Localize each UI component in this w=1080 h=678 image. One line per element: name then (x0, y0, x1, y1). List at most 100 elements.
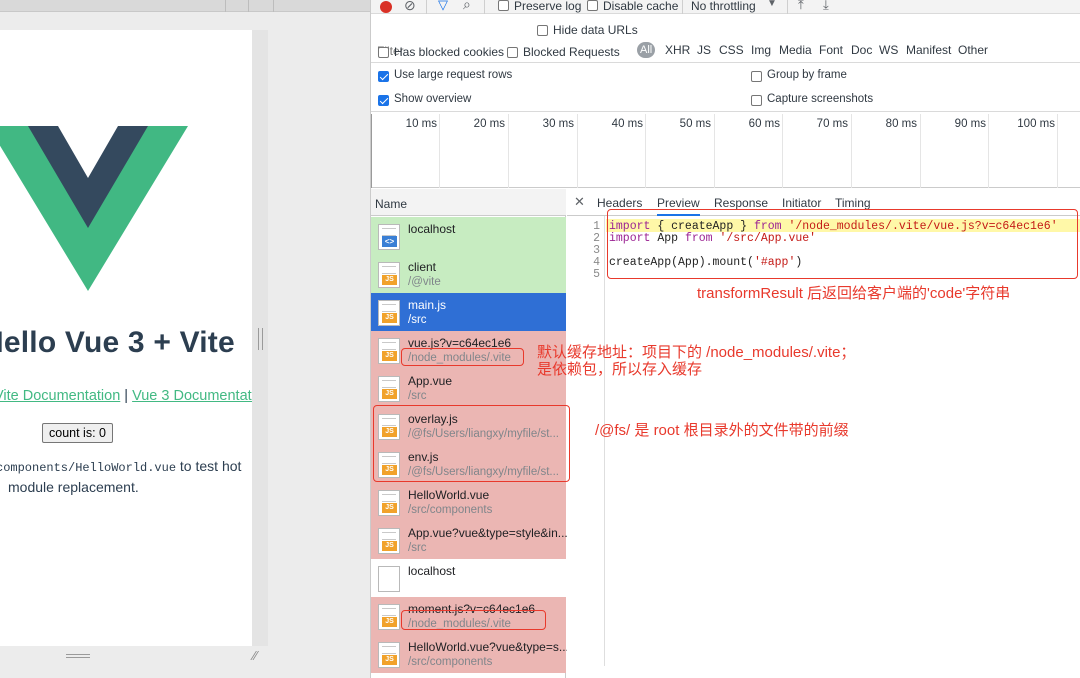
request-name: client (408, 260, 437, 274)
annotation-moment-cache-box (401, 610, 546, 630)
js-file-icon: JS (378, 262, 400, 288)
blocked-requests-label: Blocked Requests (523, 45, 620, 59)
chevron-down-icon[interactable]: ▼ (767, 0, 777, 9)
request-name: main.js (408, 298, 447, 312)
hmr-hint-text: to test hot (176, 458, 242, 474)
request-row[interactable]: JS HelloWorld.vue/src/components (371, 483, 566, 521)
timeline-tick-label: 20 ms (473, 118, 505, 130)
request-row[interactable]: JS client /@vite (371, 255, 566, 293)
close-icon[interactable]: ✕ (574, 194, 585, 210)
timeline-overview[interactable]: 10 ms 20 ms 30 ms 40 ms 50 ms 60 ms 70 m… (371, 114, 1080, 188)
html-file-icon: <> (378, 224, 400, 250)
pane-resize-handle[interactable] (258, 328, 263, 350)
disable-cache-checkbox[interactable] (587, 0, 598, 11)
blocked-requests-checkbox[interactable] (507, 47, 518, 58)
has-blocked-cookies-checkbox[interactable] (378, 47, 389, 58)
preserve-log-label: Preserve log (514, 0, 582, 13)
large-rows-checkbox[interactable] (378, 71, 389, 82)
tab-response[interactable]: Response (714, 196, 768, 210)
timeline-tick-label: 90 ms (954, 118, 986, 130)
annotation-cache-line1: 默认缓存地址：项目下的 /node_modules/.vite； (537, 344, 856, 361)
group-by-frame-checkbox[interactable] (751, 71, 762, 82)
request-path: /src (408, 542, 427, 554)
request-name: HelloWorld.vue (408, 488, 490, 502)
hmr-hint-line1: components/HelloWorld.vue to test hot (0, 458, 241, 475)
capture-screenshots-label: Capture screenshots (767, 93, 874, 105)
request-path: /@vite (408, 276, 441, 288)
request-path: /src (408, 390, 427, 402)
js-file-icon: JS (378, 642, 400, 668)
line-gutter: 1 2 3 4 5 (567, 216, 605, 666)
preview-top-bar (0, 0, 370, 12)
bottom-drag-grip[interactable] (66, 654, 90, 658)
request-name: App.vue?vue&type=style&in... (408, 526, 568, 540)
request-row[interactable]: <> localhost (371, 217, 566, 255)
js-file-icon: JS (378, 604, 400, 630)
request-path: /src (408, 314, 427, 326)
settings-row-2: Show overview Capture screenshots (371, 90, 1080, 112)
timeline-tick-label: 80 ms (885, 118, 917, 130)
export-har-icon[interactable]: ⤓ (823, 0, 829, 13)
tab-headers[interactable]: Headers (597, 196, 642, 210)
settings-row-1: Use large request rows Group by frame (371, 66, 1080, 88)
timeline-tick-label: 100 ms (1017, 118, 1055, 130)
show-overview-checkbox[interactable] (378, 95, 389, 106)
group-by-frame-label: Group by frame (767, 69, 847, 81)
import-har-icon[interactable]: ⤒ (798, 0, 804, 13)
tab-initiator[interactable]: Initiator (782, 196, 821, 210)
request-name: HelloWorld.vue?vue&type=s... (408, 640, 569, 654)
js-file-icon: JS (378, 338, 400, 364)
record-icon[interactable] (380, 1, 392, 13)
capture-screenshots-checkbox[interactable] (751, 95, 762, 106)
page-card: Hello Vue 3 + Vite Vite Documentation | … (0, 30, 252, 646)
js-file-icon: JS (378, 528, 400, 554)
throttling-select[interactable]: No throttling (691, 0, 756, 13)
annotation-fs-prefix: /@fs/ 是 root 根目录外的文件带的前缀 (595, 422, 849, 439)
has-blocked-cookies-label: Has blocked cookies (394, 45, 505, 59)
hide-data-urls-label: Hide data URLs (553, 23, 638, 37)
line-number: 5 (593, 268, 600, 281)
timeline-tick-label: 40 ms (611, 118, 643, 130)
request-path: /src/components (408, 656, 493, 668)
filter-icon[interactable]: ▽ (438, 0, 448, 13)
show-overview-label: Show overview (394, 93, 472, 105)
vue-docs-link[interactable]: Vue 3 Documentation (132, 388, 252, 404)
request-row[interactable]: JS main.js/src (371, 293, 566, 331)
clear-icon[interactable]: ⊘ (404, 0, 416, 14)
request-name: localhost (408, 222, 456, 236)
count-button[interactable]: count is: 0 (42, 423, 113, 443)
annotation-cache-line2: 是依赖包，所以存入缓存 (537, 361, 703, 378)
annotation-fs-box (373, 405, 570, 482)
timeline-tick-label: 30 ms (542, 118, 574, 130)
link-separator: | (120, 388, 133, 404)
request-path: /src/components (408, 504, 493, 516)
hmr-hint-code: components/HelloWorld.vue (0, 461, 177, 475)
js-file-icon: JS (378, 490, 400, 516)
vite-docs-link[interactable]: Vite Documentation (0, 388, 120, 404)
resize-corner-icon[interactable]: ⁄⁄ (253, 648, 257, 663)
name-column-header[interactable]: Name (371, 189, 566, 216)
doc-links: Vite Documentation | Vue 3 Documentation (0, 388, 252, 404)
request-row[interactable]: JS HelloWorld.vue?vue&type=s... /src/compo… (371, 635, 569, 673)
large-rows-label: Use large request rows (394, 69, 513, 81)
timeline-tick-label: 60 ms (748, 118, 780, 130)
hide-data-urls-checkbox[interactable] (537, 25, 548, 36)
page-title: Hello Vue 3 + Vite (0, 326, 235, 359)
blank-file-icon (378, 566, 400, 592)
page-preview-pane: Hello Vue 3 + Vite Vite Documentation | … (0, 0, 370, 678)
disable-cache-label: Disable cache (603, 0, 679, 13)
preserve-log-checkbox[interactable] (498, 0, 509, 11)
filter-bar: Hide data URLs All XHR JS CSS Img Media … (371, 20, 1080, 60)
search-icon[interactable]: ⌕ (463, 0, 471, 13)
annotation-code-result: transformResult 后返回给客户端的'code'字符串 (697, 285, 1011, 302)
annotation-code-box (607, 209, 1078, 279)
annotation-vue-cache-box (401, 348, 524, 366)
timeline-tick-label: 70 ms (816, 118, 848, 130)
js-file-icon: JS (378, 376, 400, 402)
timeline-tick-label: 10 ms (405, 118, 437, 130)
request-row[interactable]: localhost (371, 559, 566, 597)
request-row[interactable]: JS App.vue?vue&type=style&in... /src (371, 521, 568, 559)
timeline-tick-label: 50 ms (679, 118, 711, 130)
tab-timing[interactable]: Timing (835, 196, 871, 210)
request-name: App.vue (408, 374, 453, 388)
